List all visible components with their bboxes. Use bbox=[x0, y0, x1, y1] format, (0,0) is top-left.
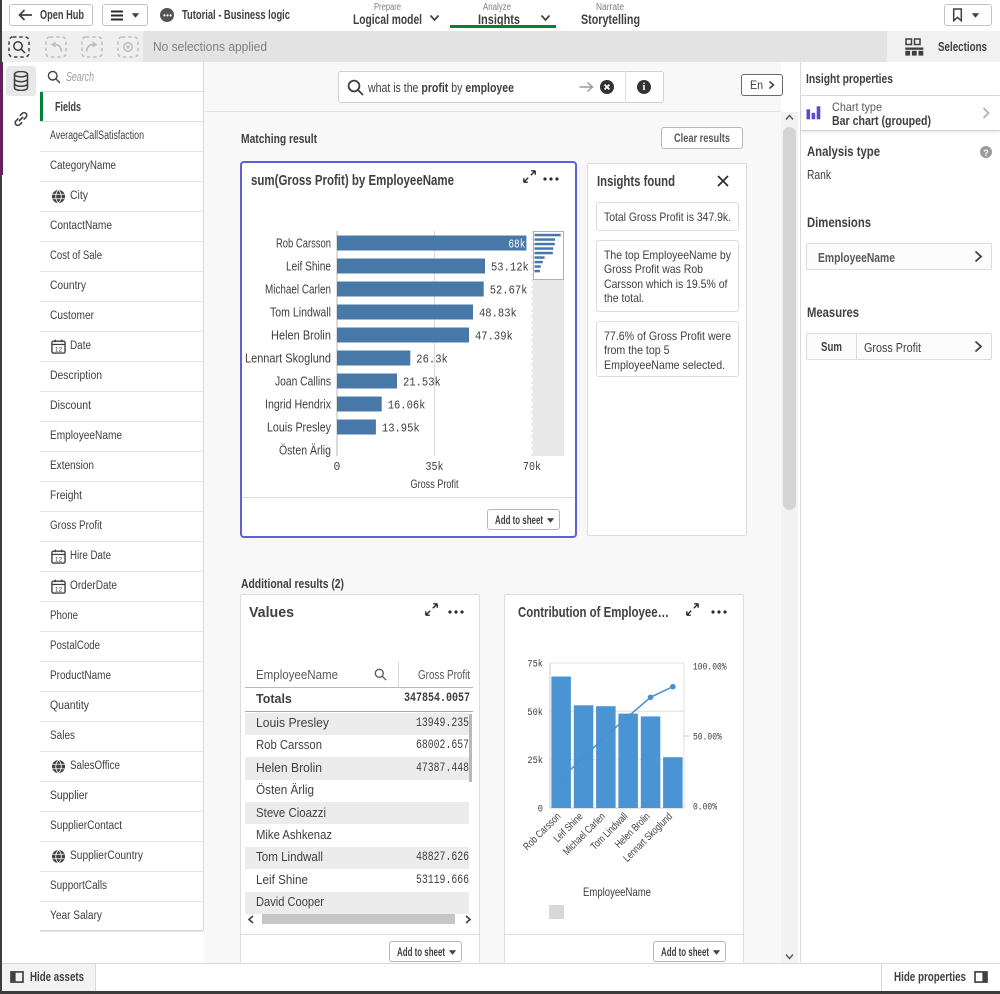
svg-text:53.12k: 53.12k bbox=[491, 262, 529, 275]
svg-text:Louis Presley: Louis Presley bbox=[267, 421, 332, 435]
svg-text:21.53k: 21.53k bbox=[403, 377, 441, 390]
svg-text:0: 0 bbox=[538, 805, 543, 816]
svg-text:Michael Carlen: Michael Carlen bbox=[265, 283, 331, 297]
svg-text:68k: 68k bbox=[508, 239, 525, 252]
svg-text:48.83k: 48.83k bbox=[479, 308, 517, 321]
svg-text:Lennart Skoglund: Lennart Skoglund bbox=[245, 352, 331, 366]
svg-text:35k: 35k bbox=[426, 461, 444, 474]
svg-text:50.00%: 50.00% bbox=[693, 733, 722, 744]
svg-text:70k: 70k bbox=[523, 461, 541, 474]
svg-text:75k: 75k bbox=[527, 659, 543, 671]
svg-text:0: 0 bbox=[334, 461, 341, 474]
svg-text:Rob Carsson: Rob Carsson bbox=[276, 237, 331, 251]
svg-text:12: 12 bbox=[55, 556, 63, 563]
svg-text:13.95k: 13.95k bbox=[382, 423, 420, 436]
svg-text:Gross Profit: Gross Profit bbox=[411, 477, 459, 491]
svg-text:0.00%: 0.00% bbox=[693, 803, 717, 814]
svg-text:16.06k: 16.06k bbox=[388, 400, 426, 413]
svg-text:Helen Brolin: Helen Brolin bbox=[271, 329, 331, 343]
svg-text:Tom Lindwall: Tom Lindwall bbox=[270, 306, 331, 320]
svg-text:Joan Callins: Joan Callins bbox=[275, 375, 331, 389]
svg-text:50k: 50k bbox=[527, 707, 543, 719]
svg-text:12: 12 bbox=[55, 346, 63, 353]
svg-text:Leif Shine: Leif Shine bbox=[286, 260, 331, 274]
svg-text:100.00%: 100.00% bbox=[693, 663, 727, 674]
svg-text:EmployeeName: EmployeeName bbox=[583, 885, 651, 899]
svg-text:47.39k: 47.39k bbox=[475, 331, 513, 344]
svg-text:25k: 25k bbox=[527, 755, 543, 767]
svg-text:Ingrid Hendrix: Ingrid Hendrix bbox=[265, 398, 332, 412]
svg-text:26.3k: 26.3k bbox=[416, 354, 448, 367]
svg-text:Östen Ärlig: Östen Ärlig bbox=[279, 444, 331, 458]
svg-text:12: 12 bbox=[55, 586, 63, 593]
svg-text:52.67k: 52.67k bbox=[490, 285, 528, 298]
